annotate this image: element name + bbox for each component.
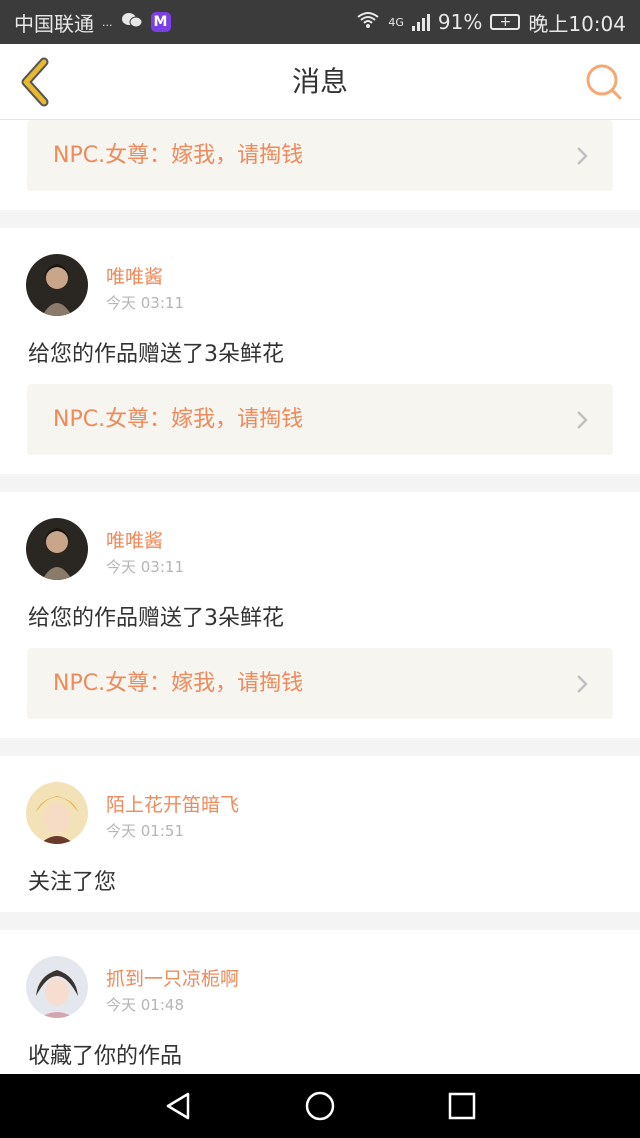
app-badge-icon: M xyxy=(150,12,171,32)
chevron-right-icon xyxy=(577,675,588,693)
carrier-tag: ... xyxy=(102,15,113,29)
quoted-work-title: NPC.女尊：嫁我，请掏钱 xyxy=(53,143,304,168)
message-time: 今天 01:51 xyxy=(106,822,184,840)
message-card: 唯唯酱 今天 03:11 给您的作品赠送了3朵鲜花 NPC.女尊：嫁我，请掏钱 xyxy=(0,228,640,474)
message-card: NPC.女尊：嫁我，请掏钱 xyxy=(0,120,640,210)
carrier-name: 中国联通 xyxy=(14,11,94,36)
home-circle-icon xyxy=(305,1091,335,1121)
chevron-right-icon xyxy=(577,147,588,165)
page-title: 消息 xyxy=(291,65,348,98)
nav-bar: 消息 xyxy=(0,44,640,120)
system-home-button[interactable] xyxy=(302,1088,338,1124)
quoted-work-title: NPC.女尊：嫁我，请掏钱 xyxy=(53,671,304,696)
recent-square-icon xyxy=(448,1092,476,1120)
quoted-work[interactable]: NPC.女尊：嫁我，请掏钱 xyxy=(27,648,613,719)
user-name[interactable]: 抓到一只凉栀啊 xyxy=(106,964,239,991)
avatar[interactable] xyxy=(26,518,88,580)
message-text: 给您的作品赠送了3朵鲜花 xyxy=(28,606,284,631)
chevron-right-icon xyxy=(577,411,588,429)
system-recent-button[interactable] xyxy=(444,1088,480,1124)
user-name[interactable]: 唯唯酱 xyxy=(106,526,163,553)
wifi-icon xyxy=(356,10,380,34)
message-text: 给您的作品赠送了3朵鲜花 xyxy=(28,342,284,367)
quoted-work[interactable]: NPC.女尊：嫁我，请掏钱 xyxy=(27,120,613,191)
message-card: 唯唯酱 今天 03:11 给您的作品赠送了3朵鲜花 NPC.女尊：嫁我，请掏钱 xyxy=(0,492,640,738)
message-text: 关注了您 xyxy=(28,870,117,895)
message-card: 陌上花开笛暗飞 今天 01:51 关注了您 xyxy=(0,756,640,912)
user-name[interactable]: 陌上花开笛暗飞 xyxy=(106,790,239,817)
system-back-button[interactable] xyxy=(160,1088,196,1124)
status-time: 晚上10:04 xyxy=(528,11,626,36)
quoted-work-title: NPC.女尊：嫁我，请掏钱 xyxy=(53,407,304,432)
back-triangle-icon xyxy=(166,1092,190,1120)
status-left: 中国联通 ... M xyxy=(14,8,171,37)
user-name[interactable]: 唯唯酱 xyxy=(106,262,163,289)
message-time: 今天 03:11 xyxy=(106,294,184,312)
chat-app-icon xyxy=(121,10,143,34)
system-navigation-bar xyxy=(0,1074,640,1138)
message-card: 抓到一只凉栀啊 今天 01:48 收藏了你的作品 xyxy=(0,930,640,1080)
avatar[interactable] xyxy=(26,782,88,844)
avatar[interactable] xyxy=(26,254,88,316)
search-button[interactable] xyxy=(582,60,626,104)
message-text: 收藏了你的作品 xyxy=(28,1044,183,1069)
search-icon xyxy=(586,64,622,100)
status-bar: 中国联通 ... M 4G 91% + 晚上10:04 xyxy=(0,0,640,44)
quoted-work[interactable]: NPC.女尊：嫁我，请掏钱 xyxy=(27,384,613,455)
battery-percent: 91% xyxy=(437,10,483,34)
battery-icon: + xyxy=(490,14,521,30)
message-time: 今天 03:11 xyxy=(106,558,184,576)
message-time: 今天 01:48 xyxy=(106,996,184,1014)
network-type: 4G xyxy=(388,15,404,29)
signal-icon xyxy=(411,13,430,31)
status-right: 4G 91% + 晚上10:04 xyxy=(356,8,626,37)
avatar[interactable] xyxy=(26,956,88,1018)
